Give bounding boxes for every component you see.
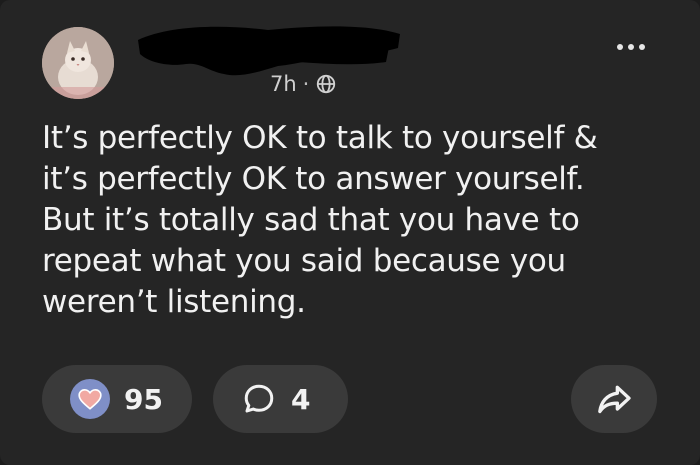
share-button[interactable] [571,365,657,433]
more-dot [628,44,634,50]
reply-count: 4 [291,382,311,416]
like-count: 95 [124,382,163,416]
meta-separator: · [302,72,310,96]
globe-icon [317,74,336,94]
more-options-button[interactable] [614,40,648,54]
cat-photo-icon [42,27,114,99]
speech-bubble-icon [244,384,274,413]
more-dot [639,44,645,50]
post-age[interactable]: 7h [270,72,297,96]
reply-button[interactable]: 4 [213,365,348,433]
heart-icon [78,388,102,410]
post-text: It’s perfectly OK to talk to yourself & … [42,120,598,320]
more-options-icon [617,44,623,50]
redacted-username [138,26,400,76]
like-badge [70,379,110,419]
post-card: 7h · It’s perfectly OK to talk to yourse… [0,0,700,465]
like-button[interactable]: 95 [42,365,192,433]
post-meta: 7h · [270,72,337,96]
share-arrow-icon [598,385,631,414]
avatar[interactable] [42,27,114,99]
